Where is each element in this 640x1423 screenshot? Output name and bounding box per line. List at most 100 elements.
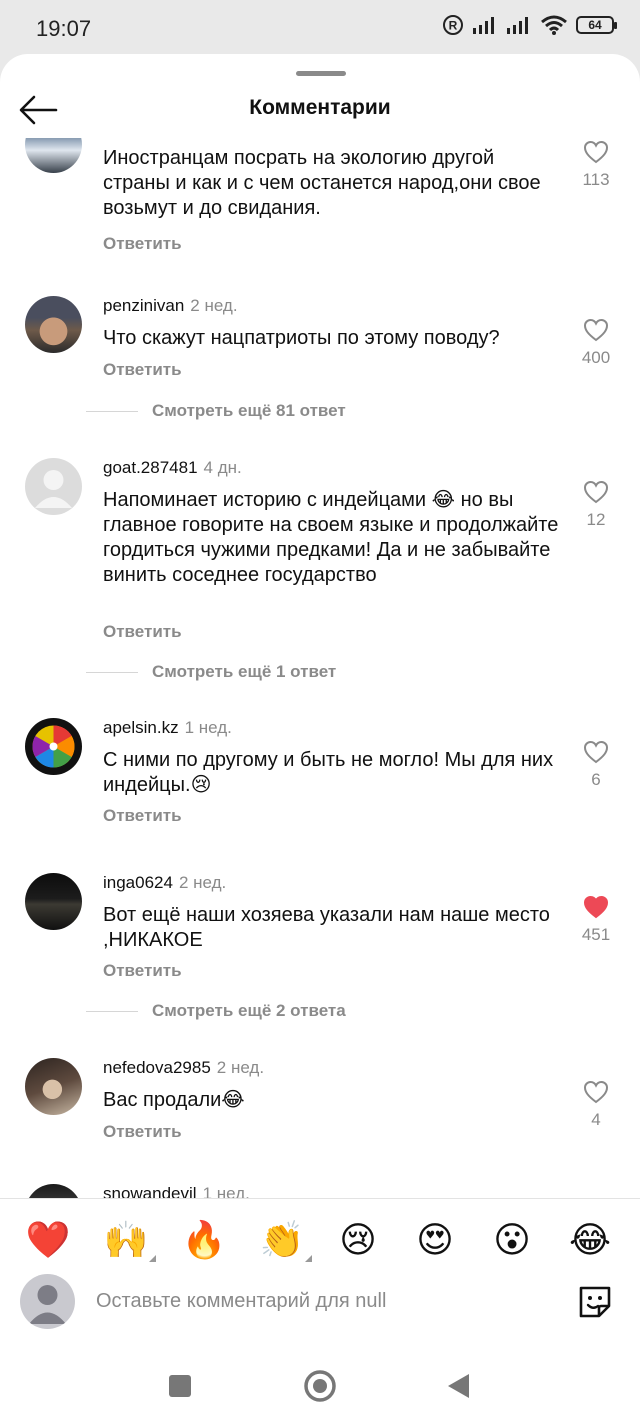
page-title: Комментарии — [249, 96, 391, 119]
like-count: 400 — [581, 348, 611, 367]
comment-username[interactable]: apelsin.kz — [103, 718, 179, 737]
man-in-hat-avatar[interactable] — [25, 296, 82, 353]
view-more-replies-button[interactable]: Смотреть ещё 1 ответ — [86, 662, 336, 682]
reply-button[interactable]: Ответить — [103, 806, 182, 826]
comment-time: 2 нед. — [190, 296, 238, 315]
comment-text: Вас продали😂 — [103, 1089, 245, 1111]
reaction-laughing[interactable]: 😂 — [566, 1216, 614, 1264]
dark-landscape-avatar[interactable] — [25, 1184, 82, 1198]
like-button[interactable]: 4 — [570, 1080, 622, 1130]
recents-button[interactable] — [160, 1366, 200, 1406]
reaction-clap[interactable]: 👏 — [258, 1216, 312, 1264]
home-circle-icon — [304, 1370, 336, 1402]
like-button[interactable]: 451 — [570, 895, 622, 945]
like-count: 6 — [591, 770, 601, 789]
comments-header: Комментарии — [0, 82, 640, 140]
view-more-replies-button[interactable]: Смотреть ещё 2 ответа — [86, 1001, 346, 1021]
person-silhouette-icon — [35, 470, 72, 508]
heart-outline-icon — [583, 318, 609, 342]
like-button[interactable]: 113 — [570, 140, 622, 190]
night-water-avatar[interactable] — [25, 873, 82, 930]
view-more-replies-label: Смотреть ещё 81 ответ — [152, 401, 346, 420]
winter-landscape-avatar[interactable] — [25, 138, 82, 173]
comment-username[interactable]: penzinivan — [103, 296, 184, 315]
comment-text: Вот ещё наши хозяева указали нам наше ме… — [103, 904, 550, 951]
comment-username[interactable]: goat.287481 — [103, 458, 198, 477]
comment-username[interactable]: nefedova2985 — [103, 1058, 211, 1077]
comment-meta: inga0624 2 нед. — [103, 873, 226, 893]
heart-outline-icon — [583, 140, 609, 164]
my-avatar — [20, 1274, 75, 1329]
heart-filled-icon — [583, 895, 609, 919]
reply-button[interactable]: Ответить — [103, 961, 182, 981]
comment-username[interactable]: snowandevil — [103, 1184, 197, 1198]
comment-list[interactable]: Иностранцам посрать на экологию другой с… — [0, 138, 640, 1198]
sticker-button[interactable] — [575, 1282, 615, 1322]
comment-item: goat.287481 4 дн. Напоминает историю с ин… — [0, 458, 640, 658]
battery-icon: 64 — [576, 16, 617, 34]
home-button[interactable] — [300, 1366, 340, 1406]
svg-text:R: R — [449, 19, 458, 33]
comment-username[interactable]: inga0624 — [103, 873, 173, 892]
reaction-clap-emoji: 👏 — [259, 1219, 305, 1260]
sheet-drag-handle[interactable] — [296, 71, 346, 76]
comment-item: nefedova2985 2 нед. Вас продали😂 Ответить… — [0, 1058, 640, 1178]
quick-reactions-bar: ❤️ 🙌 🔥 👏 😢 😍 😮 😂 — [0, 1208, 640, 1272]
sticker-icon — [579, 1286, 611, 1318]
back-triangle-icon — [448, 1374, 469, 1398]
comment-meta: snowandevil 1 нед. — [103, 1184, 250, 1198]
reaction-heart-eyes[interactable]: 😍 — [411, 1216, 459, 1264]
comment-text: С ними по другому и быть не могло! Мы дл… — [103, 749, 554, 796]
reaction-fire[interactable]: 🔥 — [180, 1216, 228, 1264]
like-button[interactable]: 6 — [570, 740, 622, 790]
reaction-crying[interactable]: 😢 — [334, 1216, 382, 1264]
like-count: 12 — [586, 510, 606, 529]
reply-button[interactable]: Ответить — [103, 622, 182, 642]
comment-time: 2 нед. — [216, 1058, 265, 1077]
default-avatar[interactable] — [25, 458, 82, 515]
back-nav-button[interactable] — [438, 1366, 478, 1406]
like-button[interactable]: 400 — [570, 318, 622, 368]
comment-meta: nefedova2985 2 нед. — [103, 1058, 264, 1078]
comment-meta: penzinivan 2 нед. — [103, 296, 238, 316]
comment-time: 1 нед. — [184, 718, 232, 737]
comments-sheet: Комментарии Иностранцам посрать на эколо… — [0, 54, 640, 1423]
reaction-raised-hands-emoji: 🙌 — [103, 1219, 149, 1260]
view-more-replies-label: Смотреть ещё 2 ответа — [152, 1001, 346, 1020]
comment-time: 1 нед. — [202, 1184, 250, 1198]
view-more-replies-button[interactable]: Смотреть ещё 81 ответ — [86, 401, 346, 421]
comment-meta: goat.287481 4 дн. — [103, 458, 242, 478]
signal-icon — [507, 17, 528, 34]
woman-portrait-avatar[interactable] — [25, 1058, 82, 1115]
comment-time: 2 нед. — [178, 873, 227, 892]
like-count: 4 — [591, 1110, 601, 1129]
status-time: 19:07 — [36, 16, 92, 41]
recents-square-icon — [169, 1375, 191, 1397]
wifi-icon — [541, 15, 567, 35]
like-button[interactable]: 12 — [570, 480, 622, 530]
heart-outline-icon — [583, 480, 609, 504]
like-count: 451 — [581, 925, 611, 944]
person-silhouette-icon — [29, 1285, 66, 1324]
color-wheel-logo-avatar[interactable] — [25, 718, 82, 775]
comment-item: Иностранцам посрать на экологию другой с… — [0, 138, 640, 298]
comment-input[interactable] — [96, 1286, 536, 1316]
comment-item: apelsin.kz 1 нед. С ними по другому и быт… — [0, 718, 640, 858]
heart-outline-icon — [583, 740, 609, 764]
comment-item: inga0624 2 нед. Вот ещё наши хозяева указ… — [0, 873, 640, 1013]
comment-composer — [0, 1272, 640, 1332]
comment-meta: apelsin.kz 1 нед. — [103, 718, 232, 738]
reply-button[interactable]: Ответить — [103, 360, 182, 380]
comment-text: Что скажут нацпатриоты по этому поводу? — [103, 327, 500, 349]
status-bar: 19:07 R 64 — [0, 0, 640, 58]
reply-button[interactable]: Ответить — [103, 1122, 182, 1142]
reaction-surprised[interactable]: 😮 — [488, 1216, 536, 1264]
comment-text: Иностранцам посрать на экологию другой с… — [103, 147, 541, 219]
reply-button[interactable]: Ответить — [103, 234, 182, 254]
like-count: 113 — [582, 170, 610, 189]
signal-icon — [473, 17, 494, 34]
reaction-raised-hands[interactable]: 🙌 — [102, 1216, 156, 1264]
view-more-replies-label: Смотреть ещё 1 ответ — [152, 662, 337, 681]
comment-item: snowandevil 1 нед. — [0, 1184, 640, 1198]
reaction-heart[interactable]: ❤️ — [24, 1216, 72, 1264]
